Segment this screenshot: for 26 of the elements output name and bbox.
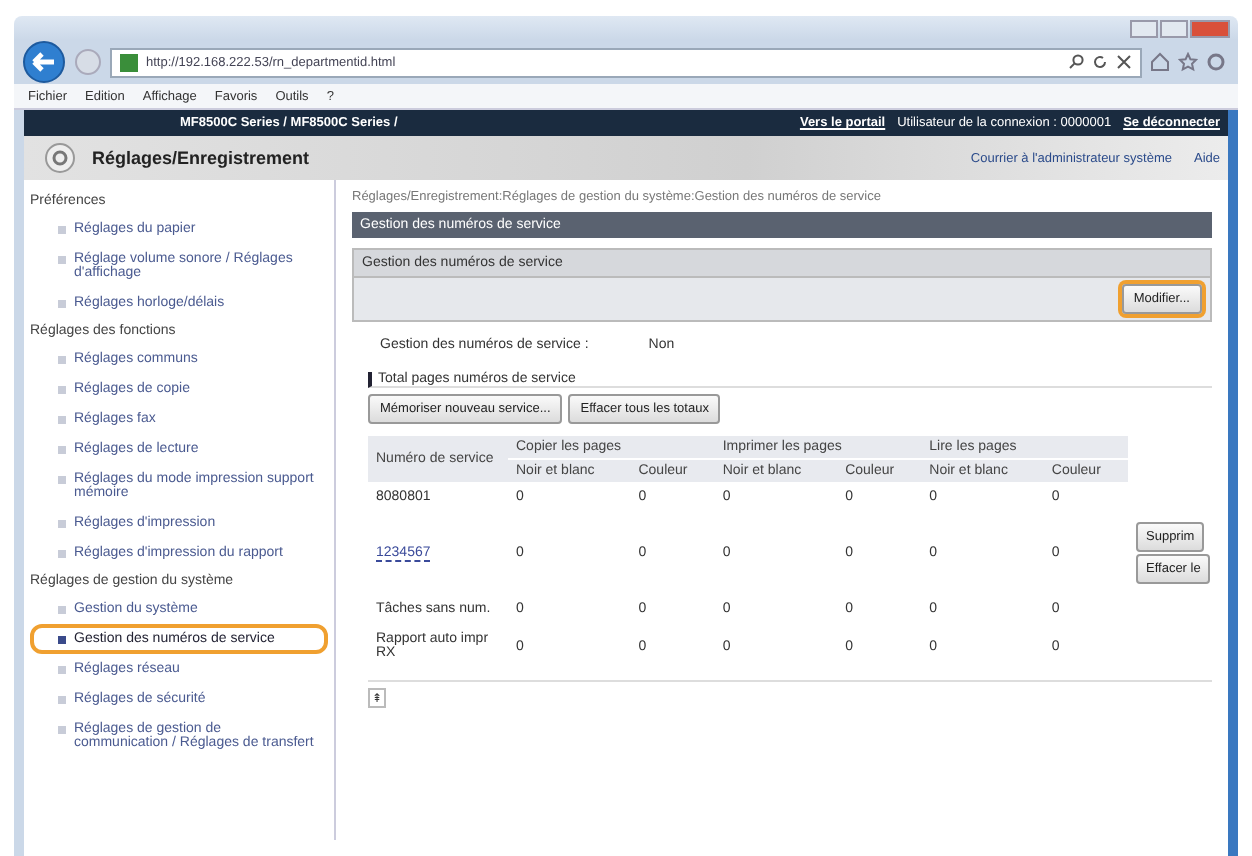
bullet-icon: [58, 666, 66, 674]
bullet-icon: [58, 696, 66, 704]
bullet-icon: [58, 300, 66, 308]
bullet-icon: [58, 520, 66, 528]
bullet-icon: [58, 226, 66, 234]
back-icon[interactable]: [22, 40, 66, 84]
bullet-icon: [58, 256, 66, 264]
bullet-icon: [58, 416, 66, 424]
search-icon[interactable]: [1068, 54, 1084, 70]
gear-icon: [44, 142, 76, 174]
star-icon[interactable]: [1178, 52, 1198, 72]
bullet-icon: [58, 356, 66, 364]
bullet-icon: [58, 726, 66, 734]
bullet-icon: [58, 386, 66, 394]
maximize-button[interactable]: [1160, 20, 1188, 38]
forward-icon[interactable]: [74, 48, 102, 76]
refresh-icon[interactable]: [1092, 54, 1108, 70]
minimize-button[interactable]: [1130, 20, 1158, 38]
close-icon[interactable]: [1116, 54, 1132, 70]
bullet-icon: [58, 476, 66, 484]
page-title: Réglages/Enregistrement: [92, 148, 310, 168]
bullet-icon: [58, 636, 66, 644]
bullet-icon: [58, 446, 66, 454]
home-icon[interactable]: [1150, 52, 1170, 72]
bullet-icon: [58, 550, 66, 558]
bullet-icon: [58, 606, 66, 614]
